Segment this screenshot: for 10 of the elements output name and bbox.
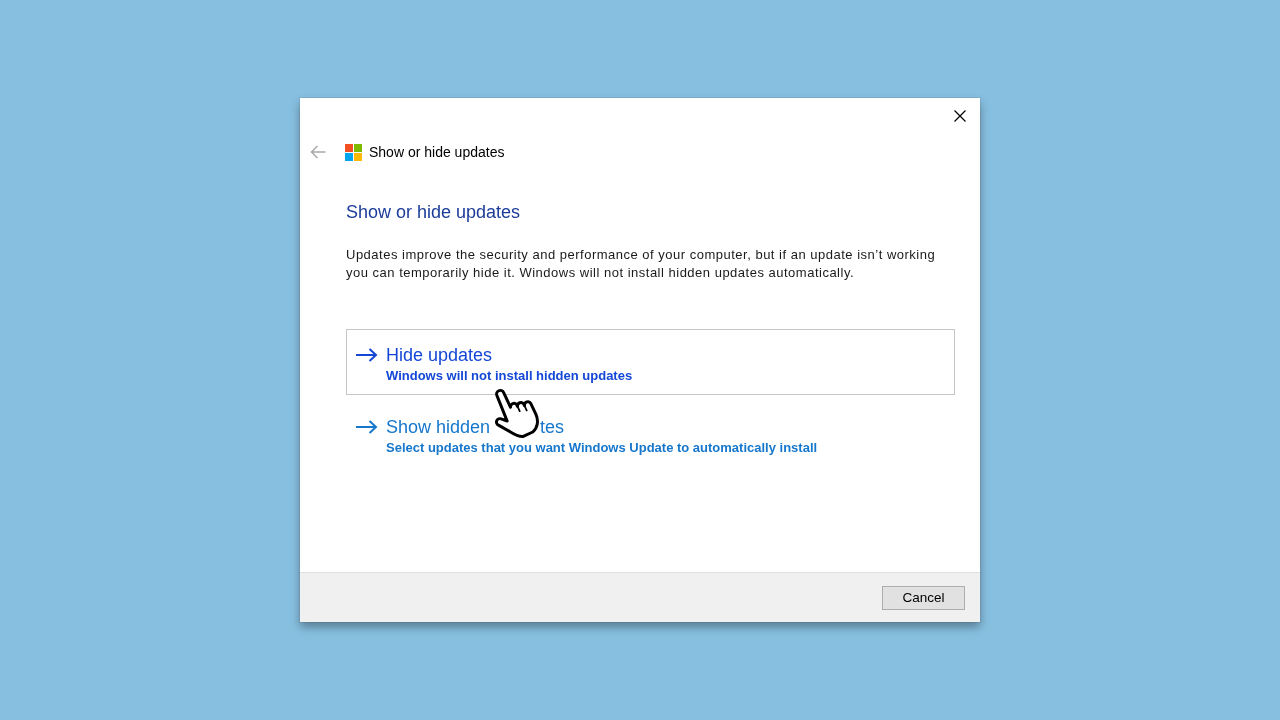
command-link[interactable]: Hide updates Windows will not install hidden updates <box>346 329 955 395</box>
cancel-button[interactable]: Cancel <box>882 585 965 610</box>
right-arrow-icon <box>355 420 378 434</box>
close-icon <box>954 110 966 122</box>
right-arrow-icon <box>355 348 378 362</box>
description-text: Updates improve the security and performance of your computer, but if an update isn’t working you can temporarily hide it. Windows will not install hidden updates automatically. <box>346 246 937 281</box>
left-arrow-icon <box>310 145 326 159</box>
page-heading: Show or hide updates <box>346 201 521 224</box>
window-title: Show or hide updates <box>369 144 505 160</box>
four-squares-logo-icon <box>345 143 362 161</box>
